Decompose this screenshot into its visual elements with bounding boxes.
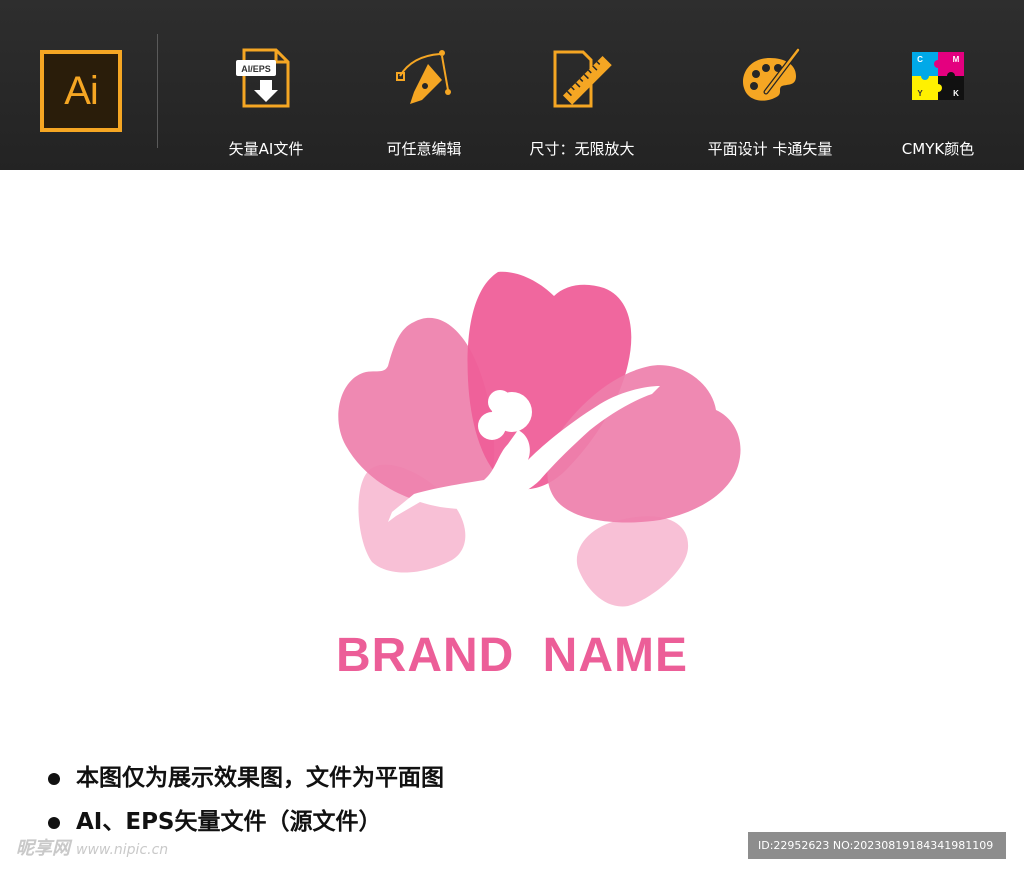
file-tag-text: AI/EPS <box>241 64 271 74</box>
id-badge: ID:22952623 NO:20230819184341981109 <box>748 832 1006 859</box>
watermark-text: 昵享网 <box>16 838 70 859</box>
feature-size: 尺寸：无限放大 <box>502 40 662 170</box>
cmyk-puzzle-icon: C M Y K <box>912 52 964 100</box>
feature-cmyk: C M Y K CMYK颜色 <box>858 40 1018 170</box>
brand-name: BRAND NAME <box>336 629 688 682</box>
cmyk-letter: K <box>953 89 959 98</box>
feature-label: 矢量AI文件 <box>228 140 304 158</box>
feature-label: 可任意编辑 <box>386 140 462 158</box>
feature-editable: 可任意编辑 <box>344 40 504 170</box>
ai-eps-file-icon: AI/EPS <box>236 48 290 108</box>
watermark-url: www.nipic.cn <box>76 842 169 858</box>
feature-vector-file: AI/EPS 矢量AI文件 <box>186 40 346 170</box>
list-item: 本图仅为展示效果图，文件为平面图 <box>48 760 444 804</box>
cmyk-letter: Y <box>917 89 923 98</box>
pen-tool-icon <box>396 50 451 104</box>
petal-bottom-right <box>576 516 689 607</box>
flower-dancer-logo <box>338 271 741 607</box>
cmyk-letter: C <box>917 55 923 64</box>
illustrator-logo-icon: Ai <box>40 50 122 132</box>
feature-label: 平面设计 卡通矢量 <box>707 140 833 158</box>
feature-label: CMYK颜色 <box>901 140 975 158</box>
cmyk-letter: M <box>953 55 960 64</box>
feature-design: 平面设计 卡通矢量 <box>690 40 850 170</box>
watermark: 昵享网 www.nipic.cn <box>16 834 168 860</box>
top-banner: Ai AI/EPS 矢量AI文件 可任意编辑 尺寸：无限放大 平面设计 卡通矢量… <box>0 0 1024 170</box>
ai-badge-text: Ai <box>64 69 99 113</box>
feature-label: 尺寸：无限放大 <box>529 140 635 158</box>
ruler-document-icon <box>553 50 612 108</box>
divider <box>157 34 158 148</box>
palette-brush-icon <box>743 47 801 101</box>
